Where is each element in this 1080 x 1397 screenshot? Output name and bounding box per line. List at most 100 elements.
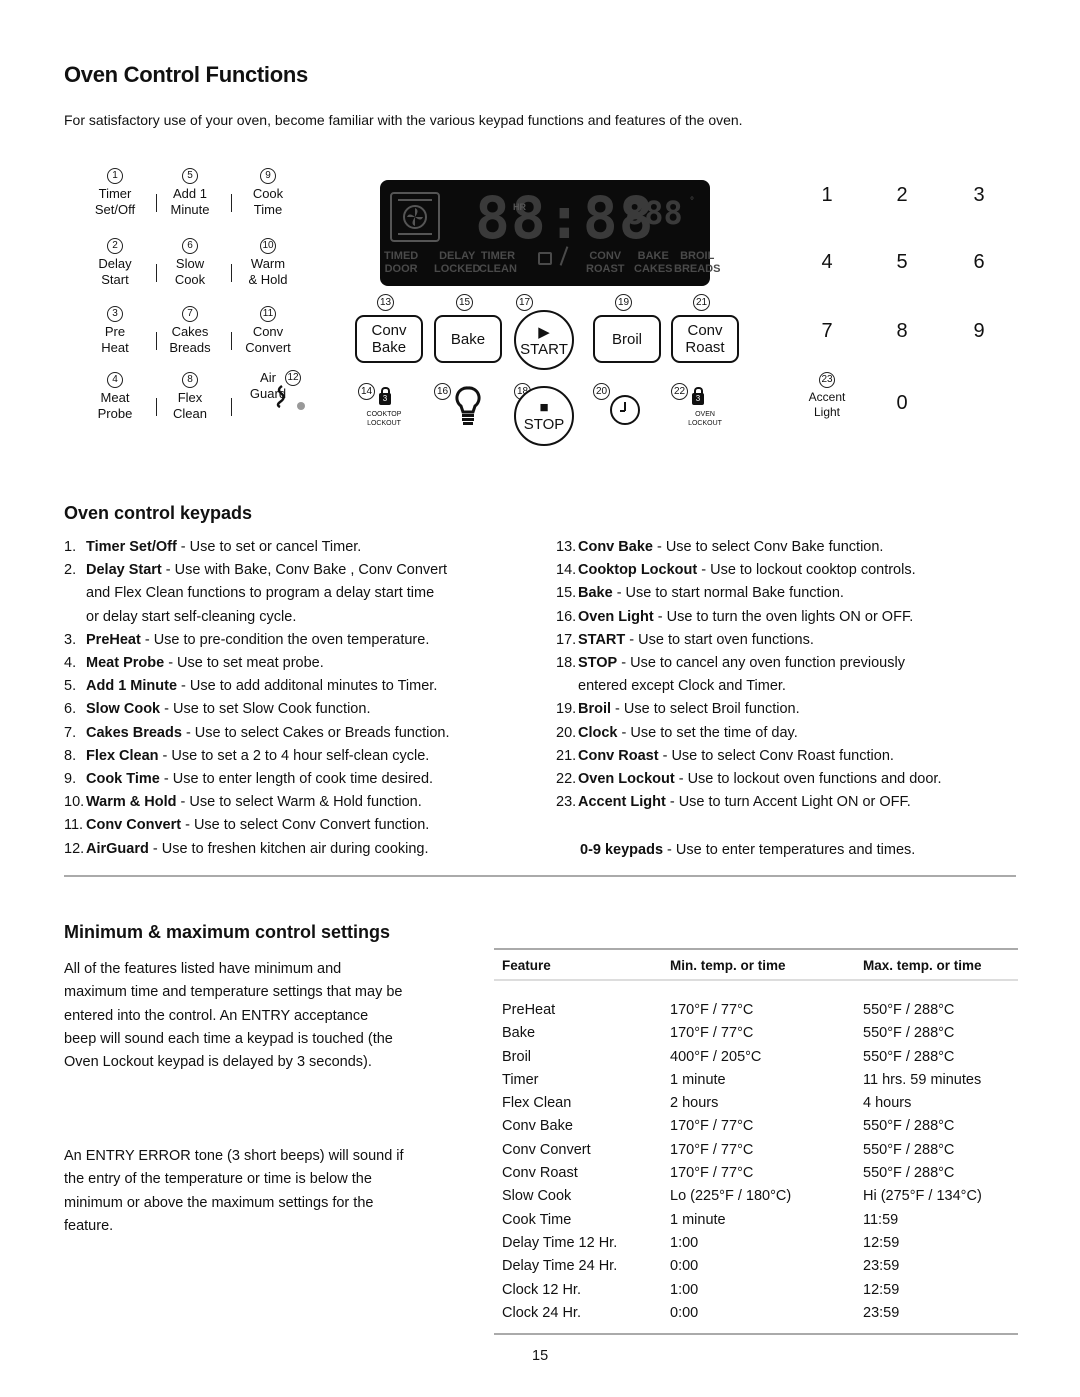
numpad-key-2[interactable]: 2 bbox=[892, 184, 912, 207]
numpad-key-0[interactable]: 0 bbox=[892, 392, 912, 415]
mode-button-conv-bake[interactable]: Conv Bake bbox=[355, 315, 423, 363]
item-desc: - Use to select Broil function. bbox=[611, 701, 800, 718]
function-key-timer-set-off[interactable]: 1 Timer Set/Off bbox=[84, 166, 146, 218]
key-label-line2: Guard bbox=[249, 386, 287, 401]
settings-paragraph-2: An ENTRY ERROR tone (3 short beeps) will… bbox=[64, 1148, 404, 1234]
cell-max: 550°F / 288°C bbox=[863, 1141, 955, 1158]
key-label-line1: Cook bbox=[252, 186, 284, 201]
item-number: 19. bbox=[556, 701, 577, 718]
stop-button[interactable]: ■ STOP bbox=[514, 386, 574, 446]
list-item: 5. Add 1 Minute - Use to add additonal mi… bbox=[64, 675, 450, 698]
function-key-air-guard[interactable]: 12 Air Guard bbox=[237, 370, 301, 402]
item-desc: - Use to pre-condition the oven temperat… bbox=[140, 631, 430, 648]
item-number: 9. bbox=[64, 771, 77, 788]
cell-min: 170°F / 77°C bbox=[670, 1165, 754, 1182]
clock-button[interactable] bbox=[609, 394, 641, 431]
mode-button-bake[interactable]: Bake bbox=[434, 315, 502, 363]
key-label-line1: Timer bbox=[98, 186, 132, 201]
item-name: Delay Start bbox=[86, 562, 162, 579]
indicator-top: TIMER bbox=[480, 250, 516, 262]
item-number: 7. bbox=[64, 724, 77, 741]
key-label-line1: Flex bbox=[177, 390, 203, 405]
clock-icon bbox=[610, 395, 640, 425]
item-desc: - Use to set the time of day. bbox=[617, 724, 798, 741]
page-number: 15 bbox=[532, 1348, 549, 1364]
item-desc: - Use to enter length of cook time desir… bbox=[159, 771, 434, 788]
item-desc: - Use to select Conv Convert function. bbox=[181, 817, 430, 834]
list-item: 21. Conv Roast - Use to select Conv Roast… bbox=[556, 745, 942, 768]
oven-light-button[interactable] bbox=[455, 385, 481, 434]
item-name: Accent Light bbox=[578, 794, 666, 811]
numpad-key-7[interactable]: 7 bbox=[817, 320, 837, 343]
item-desc: - Use to turn Accent Light ON or OFF. bbox=[665, 794, 911, 811]
key-label-line1: Conv bbox=[252, 324, 284, 339]
item-desc: - Use to set a 2 to 4 hour self-clean cy… bbox=[158, 747, 430, 764]
numpad-key-1[interactable]: 1 bbox=[817, 184, 837, 207]
temp-digits: 888 bbox=[625, 194, 683, 232]
accent-light-button[interactable]: 23 Accent Light bbox=[796, 371, 858, 420]
lockout-label-line1: OVEN bbox=[695, 411, 715, 418]
key-separator bbox=[156, 194, 157, 212]
numpad-key-5[interactable]: 5 bbox=[892, 251, 912, 274]
mode-button-conv-roast[interactable]: Conv Roast bbox=[671, 315, 739, 363]
function-key-slow-cook[interactable]: 6 Slow Cook bbox=[159, 236, 221, 288]
function-key-delay-start[interactable]: 2 Delay Start bbox=[84, 236, 146, 288]
indicator-bottom: ROAST bbox=[586, 263, 625, 275]
list-item: 7. Cakes Breads - Use to select Cakes or … bbox=[64, 722, 450, 745]
cell-feature: Conv Roast bbox=[502, 1165, 578, 1182]
numpad-key-4[interactable]: 4 bbox=[817, 251, 837, 274]
numpad-key-8[interactable]: 8 bbox=[892, 320, 912, 343]
key-number-badge: 4 bbox=[107, 372, 123, 388]
col-header-feature: Feature bbox=[494, 948, 662, 981]
function-key-add-1-minute[interactable]: 5 Add 1 Minute bbox=[159, 166, 221, 218]
indicator-top: BAKE bbox=[637, 250, 669, 262]
hr-label: HR bbox=[513, 202, 526, 212]
function-key-warm--hold[interactable]: 10 Warm & Hold bbox=[237, 236, 299, 288]
list-item: 19. Broil - Use to select Broil function. bbox=[556, 698, 942, 721]
function-key-flex-clean[interactable]: 8 Flex Clean bbox=[159, 370, 221, 422]
item-name: STOP bbox=[578, 655, 618, 672]
table-row: Slow Cook Lo (225°F / 180°C) Hi (275°F / 1… bbox=[494, 1185, 1018, 1208]
numpad-key-6[interactable]: 6 bbox=[969, 251, 989, 274]
list-item-continuation: entered except Clock and Timer. bbox=[578, 678, 786, 695]
min-max-settings-table: Feature Min. temp. or time Max. temp. or… bbox=[494, 948, 1018, 1336]
table-row: PreHeat 170°F / 77°C 550°F / 288°C bbox=[494, 980, 1018, 1022]
key-number-badge: 10 bbox=[260, 238, 276, 254]
function-key-conv-convert[interactable]: 11 Conv Convert bbox=[237, 304, 299, 356]
cell-max: 23:59 bbox=[855, 1301, 1018, 1336]
item-desc: - Use to add additonal minutes to Timer. bbox=[177, 678, 438, 695]
item-desc: - Use with Bake, Conv Bake , Conv Conver… bbox=[161, 562, 448, 579]
button-label-line2: Bake bbox=[371, 339, 407, 356]
start-button[interactable]: ▶ START bbox=[514, 310, 574, 370]
cell-min: 1:00 bbox=[670, 1234, 699, 1251]
function-key-meat-probe[interactable]: 4 Meat Probe bbox=[84, 370, 146, 422]
keypad-list-right: 13. Conv Bake - Use to select Conv Bake f… bbox=[556, 536, 942, 814]
function-key-cook-time[interactable]: 9 Cook Time bbox=[237, 166, 299, 218]
numpad-key-9[interactable]: 9 bbox=[969, 320, 989, 343]
item-number: 5. bbox=[64, 678, 77, 695]
function-key-cakes-breads[interactable]: 7 Cakes Breads bbox=[159, 304, 221, 356]
list-item: 2. Delay Start - Use with Bake, Conv Bake… bbox=[64, 559, 450, 582]
light-bulb-icon bbox=[455, 386, 481, 425]
lcd-indicator-delay: DELAY LOCKED bbox=[434, 250, 480, 276]
oven-lockout-button[interactable]: OVEN LOCKOUT bbox=[675, 410, 735, 428]
cell-feature: Conv Convert bbox=[502, 1141, 591, 1158]
cell-max: 11 hrs. 59 minutes bbox=[863, 1071, 982, 1088]
list-item: 8. Flex Clean - Use to set a 2 to 4 hour … bbox=[64, 745, 450, 768]
cooktop-lockout-button[interactable]: COOKTOP LOCKOUT bbox=[354, 410, 414, 428]
key-label-line2: Clean bbox=[173, 406, 207, 421]
cell-max: 11:59 bbox=[863, 1211, 899, 1228]
button-number-badge: 22 bbox=[671, 383, 688, 400]
mode-button-broil[interactable]: Broil bbox=[593, 315, 661, 363]
button-number-badge: 16 bbox=[434, 383, 451, 400]
numpad-key-3[interactable]: 3 bbox=[969, 184, 989, 207]
cell-max: 550°F / 288°C bbox=[863, 1025, 955, 1042]
item-name: AirGuard bbox=[86, 840, 149, 857]
table-row: Delay Time 12 Hr. 1:00 12:59 bbox=[494, 1232, 1018, 1255]
function-key-pre-heat[interactable]: 3 Pre Heat bbox=[84, 304, 146, 356]
list-item-continuation: or delay start self-cleaning cycle. bbox=[86, 608, 297, 625]
item-number: 18. bbox=[556, 655, 577, 672]
cell-max: 550°F / 288°C bbox=[863, 1002, 955, 1018]
page-title: Oven Control Functions bbox=[64, 62, 308, 87]
key-label-line1: Slow bbox=[175, 256, 205, 271]
